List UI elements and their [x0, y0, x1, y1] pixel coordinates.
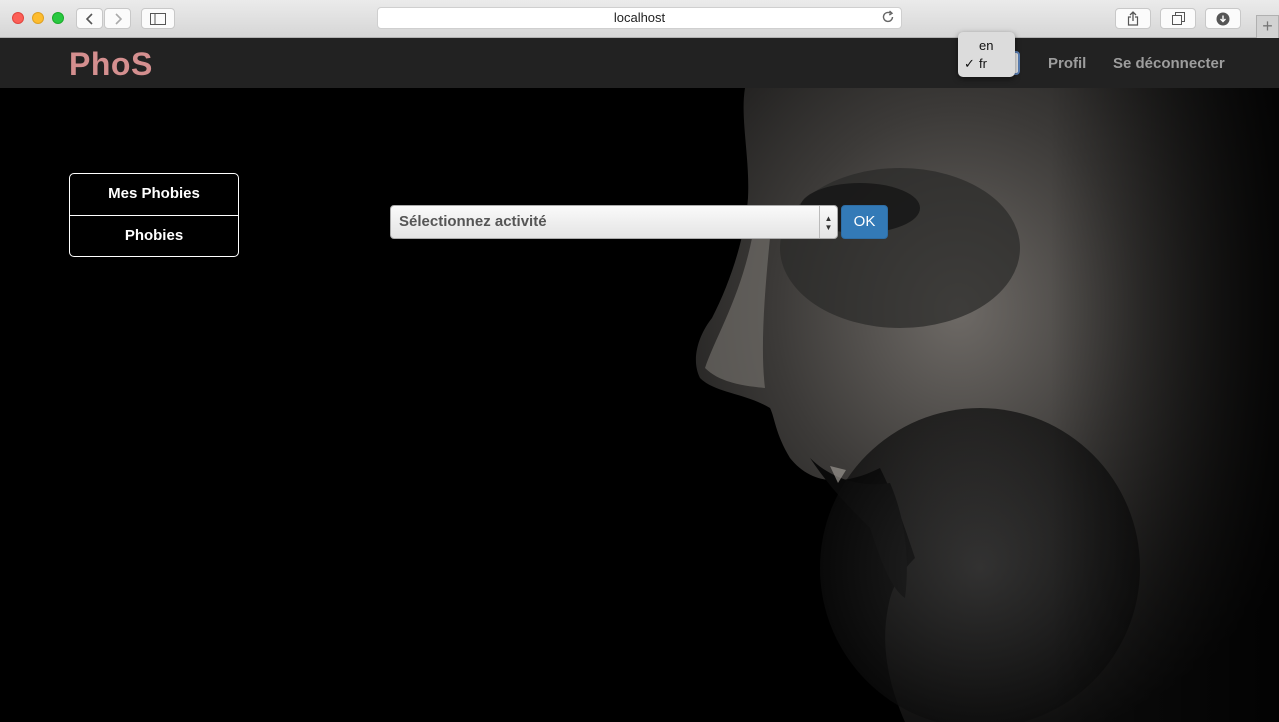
share-button[interactable] [1115, 8, 1151, 29]
address-bar[interactable]: localhost [377, 7, 902, 29]
side-menu: Mes Phobies Phobies [69, 173, 239, 257]
language-dropdown-menu: en ✓ fr [958, 32, 1015, 77]
app-navbar: PhoS Profil Se déconnecter [0, 38, 1279, 88]
language-option-fr[interactable]: ✓ fr [958, 55, 1015, 73]
reload-icon[interactable] [881, 10, 895, 30]
side-menu-item-my-phobias[interactable]: Mes Phobies [70, 174, 238, 215]
language-option-en[interactable]: en [958, 37, 1015, 55]
brand-logo[interactable]: PhoS [69, 46, 153, 83]
sidebar-icon [150, 12, 166, 25]
chevron-left-icon [85, 12, 93, 25]
tabs-icon [1171, 12, 1185, 25]
sidebar-toggle-button[interactable] [141, 8, 175, 29]
minimize-window-button[interactable] [32, 12, 44, 24]
chevron-right-icon [114, 12, 122, 25]
logout-link[interactable]: Se déconnecter [1113, 55, 1225, 72]
checkmark-icon: ✓ [964, 56, 975, 71]
zoom-window-button[interactable] [52, 12, 64, 24]
share-icon [1127, 11, 1139, 26]
url-text: localhost [613, 10, 666, 25]
browser-toolbar: localhost + [0, 0, 1279, 38]
side-menu-item-phobias[interactable]: Phobies [70, 215, 238, 256]
activity-select[interactable]: Sélectionnez activité ▲ ▼ [390, 205, 838, 239]
new-tab-button[interactable]: + [1256, 15, 1279, 38]
back-button[interactable] [76, 8, 103, 29]
select-arrows-icon: ▲ ▼ [819, 206, 837, 238]
downloads-button[interactable] [1205, 8, 1241, 29]
activity-select-placeholder: Sélectionnez activité [399, 213, 547, 230]
plus-icon: + [1262, 16, 1273, 36]
tabs-overview-button[interactable] [1160, 8, 1196, 29]
download-icon [1216, 12, 1230, 25]
ok-button[interactable]: OK [841, 205, 888, 239]
forward-button[interactable] [104, 8, 131, 29]
close-window-button[interactable] [12, 12, 24, 24]
profile-link[interactable]: Profil [1048, 55, 1086, 72]
